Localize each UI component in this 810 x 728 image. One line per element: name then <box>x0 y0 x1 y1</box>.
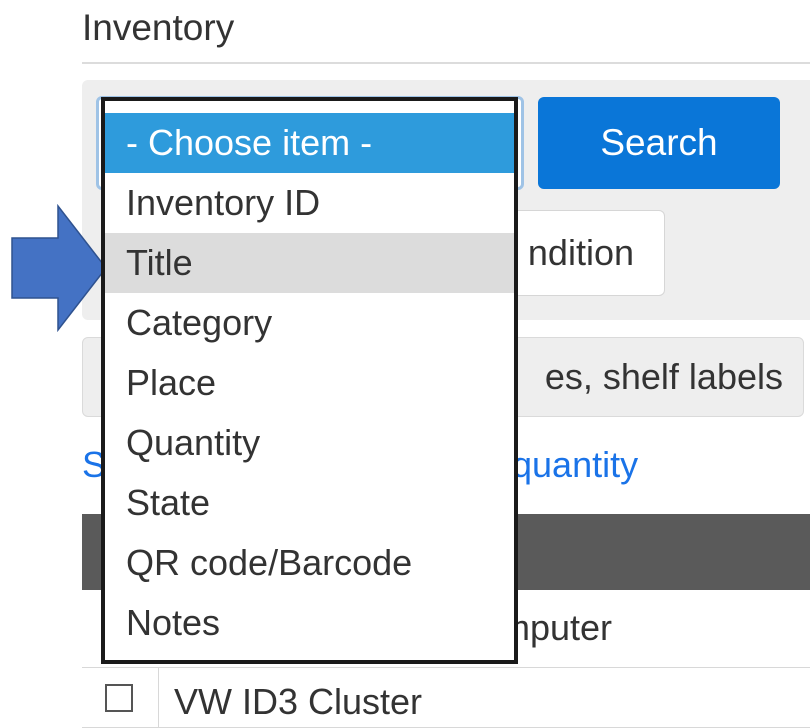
column-divider <box>158 668 159 728</box>
dropdown-option-state[interactable]: State <box>105 473 514 533</box>
right-arrow-icon <box>11 204 107 332</box>
dropdown-option-inventory-id[interactable]: Inventory ID <box>105 173 514 233</box>
add-condition-button[interactable]: ndition <box>500 210 665 296</box>
dropdown-option-place[interactable]: Place <box>105 353 514 413</box>
dropdown-option-title[interactable]: Title <box>105 233 514 293</box>
table-row[interactable]: VW ID3 Cluster <box>82 668 810 728</box>
item-dropdown-list: - Choose item - Inventory ID Title Categ… <box>101 97 518 664</box>
dropdown-option-qr-barcode[interactable]: QR code/Barcode <box>105 533 514 593</box>
dropdown-option-notes[interactable]: Notes <box>105 593 514 653</box>
row-checkbox[interactable] <box>105 684 133 712</box>
quantity-link[interactable]: quantity <box>512 442 638 488</box>
dropdown-option-category[interactable]: Category <box>105 293 514 353</box>
title-divider <box>82 62 810 64</box>
page-title: Inventory <box>82 7 235 48</box>
dropdown-option-choose-item[interactable]: - Choose item - <box>105 113 514 173</box>
search-button[interactable]: Search <box>538 97 780 189</box>
dropdown-option-quantity[interactable]: Quantity <box>105 413 514 473</box>
